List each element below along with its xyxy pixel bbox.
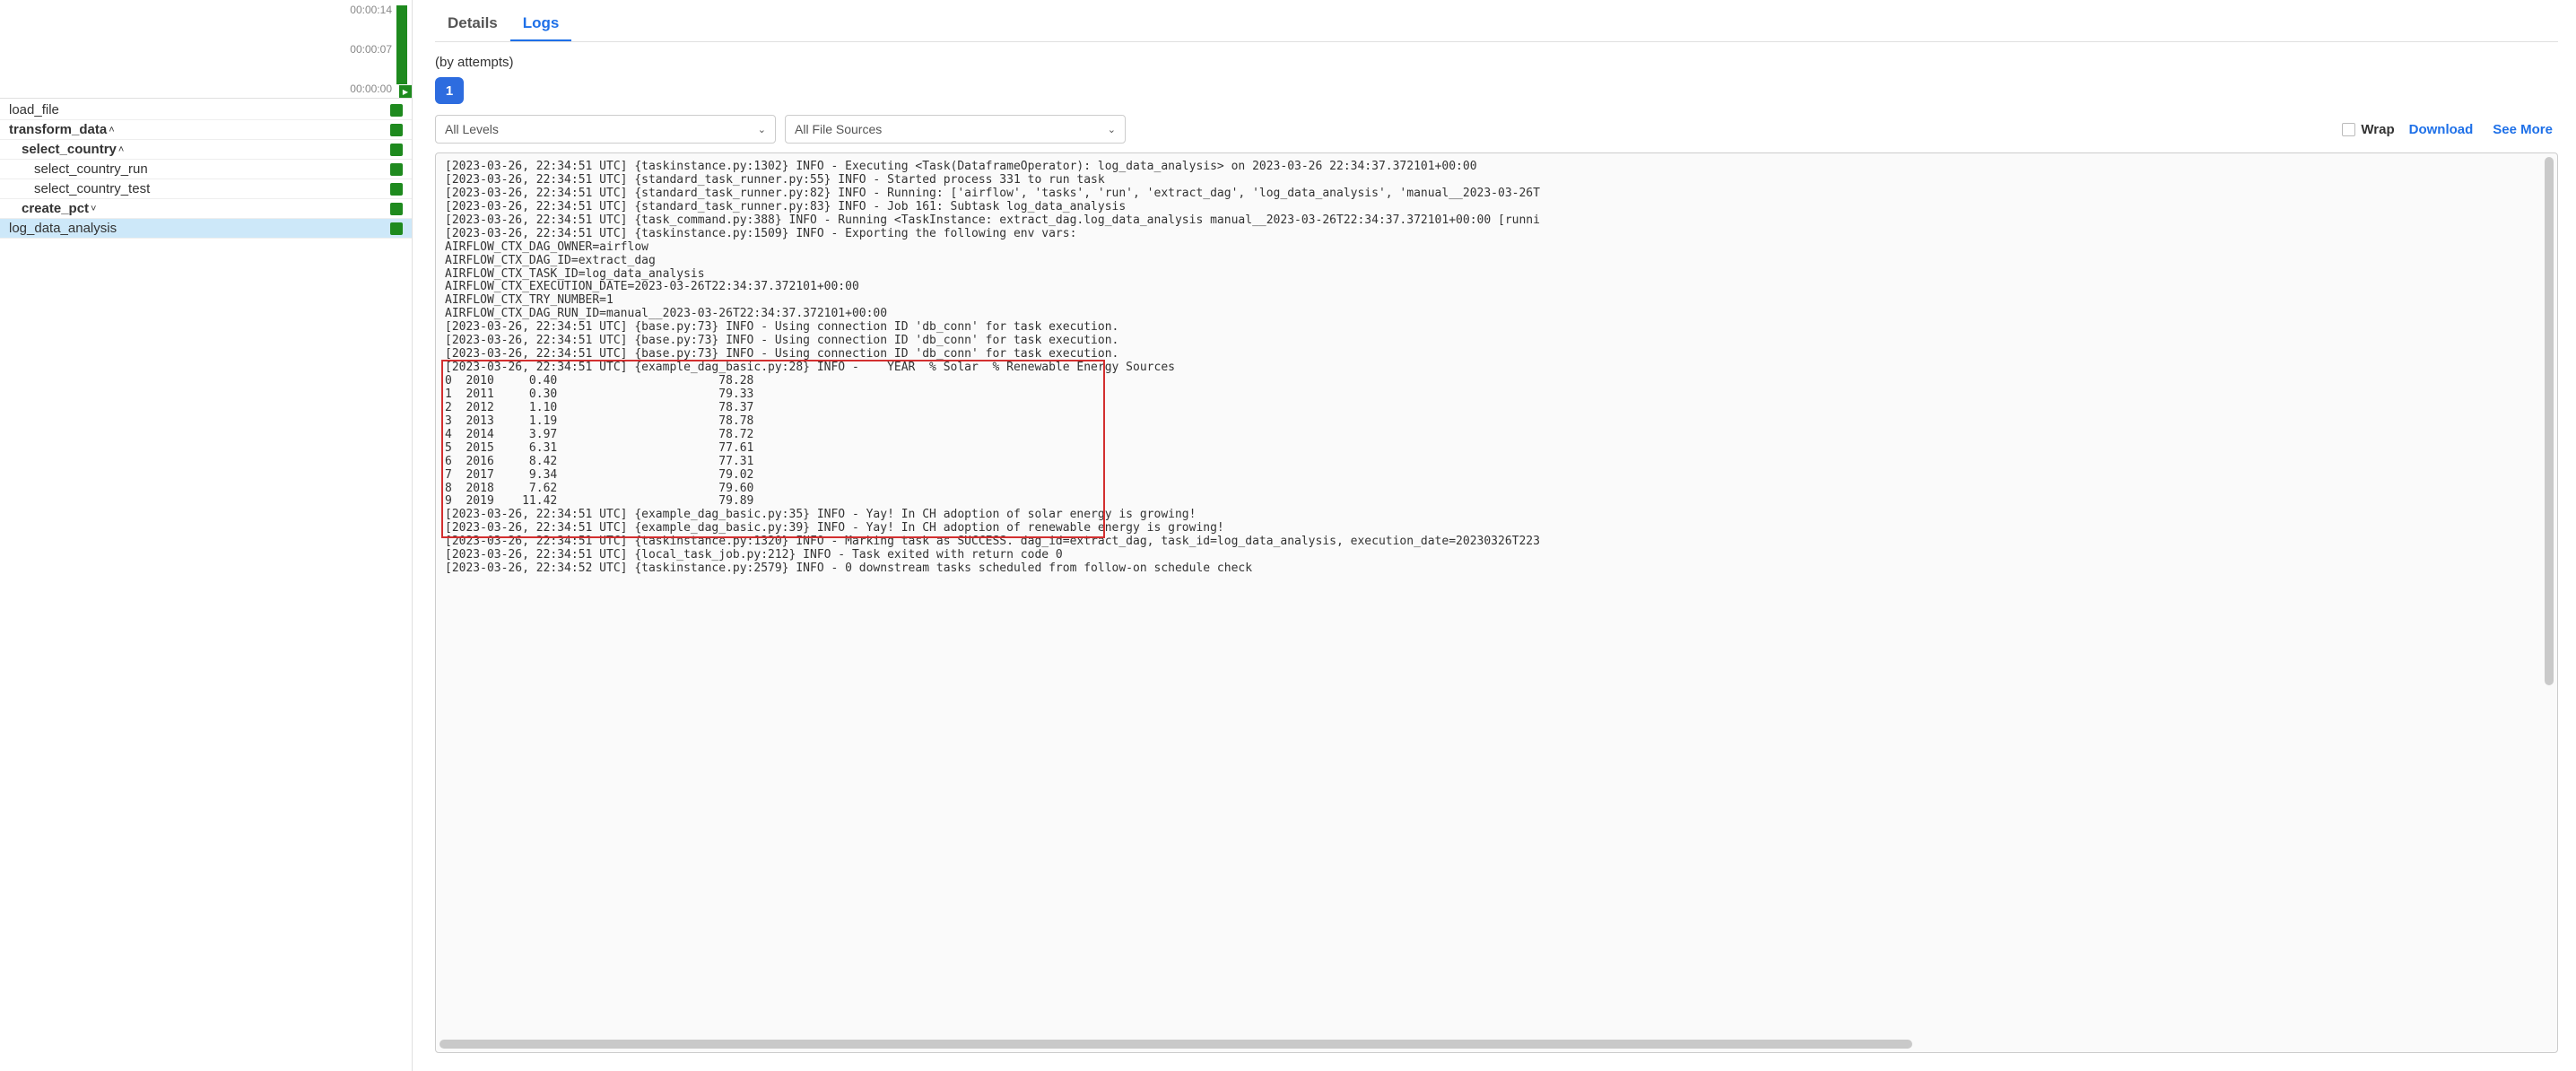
checkbox-icon bbox=[2342, 123, 2355, 136]
see-more-button[interactable]: See More bbox=[2487, 122, 2558, 137]
chevron-down-icon: ⌄ bbox=[758, 124, 766, 135]
log-viewer[interactable]: [2023-03-26, 22:34:51 UTC] {taskinstance… bbox=[435, 152, 2558, 1053]
wrap-label: Wrap bbox=[2361, 122, 2394, 137]
right-panel: Details Logs (by attempts) 1 All Levels … bbox=[413, 0, 2576, 1071]
status-success-icon bbox=[390, 144, 403, 156]
task-label: load_file bbox=[9, 102, 59, 118]
task-label: select_country bbox=[22, 142, 117, 157]
task-row-load-file[interactable]: load_file bbox=[0, 100, 412, 120]
task-label: log_data_analysis bbox=[9, 221, 117, 236]
chevron-up-icon: ˄ bbox=[109, 125, 114, 135]
status-success-icon bbox=[390, 124, 403, 136]
scrollbar-vertical[interactable] bbox=[2543, 155, 2555, 1036]
attempts-label: (by attempts) bbox=[435, 55, 2558, 70]
task-row-select-country-run[interactable]: select_country_run bbox=[0, 160, 412, 179]
task-label: transform_data bbox=[9, 122, 107, 137]
gantt-time-2: 00:00:00 bbox=[350, 83, 392, 95]
tab-logs[interactable]: Logs bbox=[510, 7, 572, 41]
tab-details[interactable]: Details bbox=[435, 7, 510, 41]
task-row-select-country[interactable]: select_country˄ bbox=[0, 140, 412, 160]
attempt-badge[interactable]: 1 bbox=[435, 77, 464, 104]
status-success-icon bbox=[390, 163, 403, 176]
task-tree: load_file transform_data˄ select_country… bbox=[0, 99, 412, 239]
task-label: create_pct bbox=[22, 201, 89, 216]
gantt-chart: 00:00:14 00:00:07 00:00:00 ▶ bbox=[0, 0, 412, 99]
status-success-icon bbox=[390, 203, 403, 215]
gantt-time-1: 00:00:07 bbox=[350, 43, 392, 56]
download-button[interactable]: Download bbox=[2404, 122, 2479, 137]
tabs: Details Logs bbox=[435, 0, 2558, 42]
source-filter-select[interactable]: All File Sources ⌄ bbox=[785, 115, 1126, 144]
status-success-icon bbox=[390, 183, 403, 196]
level-filter-select[interactable]: All Levels ⌄ bbox=[435, 115, 776, 144]
wrap-checkbox[interactable]: Wrap bbox=[2342, 122, 2394, 137]
source-filter-label: All File Sources bbox=[795, 122, 882, 136]
gantt-time-0: 00:00:14 bbox=[350, 4, 392, 16]
log-content: [2023-03-26, 22:34:51 UTC] {taskinstance… bbox=[436, 153, 2557, 583]
left-panel: 00:00:14 00:00:07 00:00:00 ▶ load_file t… bbox=[0, 0, 413, 1071]
chevron-down-icon: ˅ bbox=[91, 204, 96, 214]
scrollbar-thumb[interactable] bbox=[2545, 157, 2554, 685]
play-icon[interactable]: ▶ bbox=[399, 85, 412, 98]
task-row-create-pct[interactable]: create_pct˅ bbox=[0, 199, 412, 219]
task-label: select_country_test bbox=[34, 181, 150, 196]
gantt-bar[interactable] bbox=[396, 5, 407, 84]
level-filter-label: All Levels bbox=[445, 122, 499, 136]
status-success-icon bbox=[390, 104, 403, 117]
scrollbar-horizontal[interactable] bbox=[438, 1038, 2541, 1050]
task-row-log-data-analysis[interactable]: log_data_analysis bbox=[0, 219, 412, 239]
task-row-transform-data[interactable]: transform_data˄ bbox=[0, 120, 412, 140]
chevron-up-icon: ˄ bbox=[118, 144, 124, 155]
status-success-icon bbox=[390, 222, 403, 235]
task-row-select-country-test[interactable]: select_country_test bbox=[0, 179, 412, 199]
task-label: select_country_run bbox=[34, 161, 148, 177]
scrollbar-thumb[interactable] bbox=[439, 1040, 1912, 1049]
chevron-down-icon: ⌄ bbox=[1108, 124, 1116, 135]
log-controls: All Levels ⌄ All File Sources ⌄ Wrap Dow… bbox=[435, 115, 2558, 144]
